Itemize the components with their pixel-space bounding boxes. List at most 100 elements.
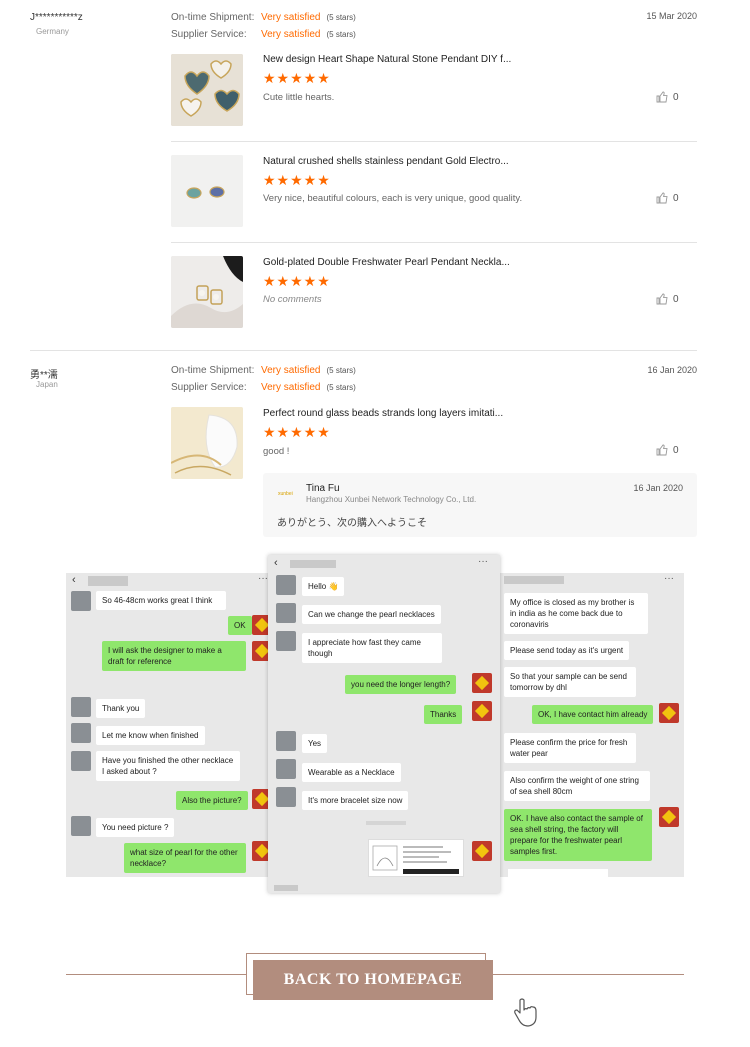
svg-text:xunbei: xunbei	[278, 491, 293, 497]
avatar	[472, 673, 492, 693]
blurred-contact-name	[504, 576, 564, 584]
footer-line-right	[490, 974, 684, 975]
chat-message: Yes	[302, 734, 328, 753]
star-rating: ★★★★★	[263, 273, 331, 289]
supplier-logo-icon: xunbei	[277, 485, 301, 499]
like-button[interactable]: 0	[656, 192, 679, 204]
star-rating: ★★★★★	[263, 70, 331, 86]
product-title[interactable]: Natural crushed shells stainless pendant…	[263, 156, 509, 167]
chat-message: Hello 👋	[302, 577, 345, 596]
product-image[interactable]	[171, 407, 243, 479]
supplier-service-rating: Supplier Service: Very satisfied (5 stars)	[171, 382, 356, 393]
chat-message: You need picture ?	[96, 818, 175, 837]
rating-stars: (5 stars)	[326, 30, 356, 39]
like-button[interactable]: 0	[656, 293, 679, 305]
chat-message: Also confirm the weight of one string of…	[504, 771, 650, 801]
rating-label: On-time Shipment:	[171, 12, 255, 23]
supplier-service-rating: Supplier Service: Very satisfied (5 stars)	[171, 29, 356, 40]
reply-author: Tina Fu	[306, 483, 340, 494]
avatar	[659, 703, 679, 723]
star-rating: ★★★★★	[263, 172, 331, 188]
chat-message: Please send today as it's urgent	[504, 641, 630, 660]
supplier-reply: xunbei Tina Fu Hangzhou Xunbei Network T…	[263, 473, 697, 537]
rating-label: Supplier Service:	[171, 382, 247, 393]
reply-date: 16 Jan 2020	[633, 483, 683, 493]
chat-screenshot-middle: ‹ ··· Hello 👋 Can we change the pearl ne…	[268, 555, 500, 893]
chat-message: Let me know when finished	[96, 726, 205, 745]
chat-screenshot-left: ‹ ··· So 46-48cm works great I think OK …	[66, 573, 280, 877]
chat-message: It's more bracelet size now	[302, 791, 409, 810]
blurred-contact-name	[88, 576, 128, 586]
buyer-name: J***********z	[30, 12, 83, 23]
chat-message: So 46-48cm works great I think	[96, 591, 226, 610]
chat-message: you need the longer length?	[345, 675, 457, 694]
rating-stars: (5 stars)	[326, 366, 356, 375]
like-button[interactable]: 0	[656, 444, 679, 456]
avatar	[71, 723, 91, 743]
like-button[interactable]: 0	[656, 91, 679, 103]
back-to-homepage-button[interactable]: BACK TO HOMEPAGE	[253, 960, 493, 1000]
rating-value: Very satisfied	[261, 382, 321, 393]
star-rating: ★★★★★	[263, 424, 331, 440]
cut-off-message	[508, 869, 608, 877]
rating-value: Very satisfied	[261, 12, 321, 23]
on-time-shipment-rating: On-time Shipment: Very satisfied (5 stars)	[171, 365, 356, 376]
chat-message: I appreciate how fast they came though	[302, 633, 442, 663]
buyer-country: Germany	[36, 27, 69, 36]
avatar	[659, 807, 679, 827]
review-date: 16 Jan 2020	[647, 365, 697, 375]
product-image[interactable]	[171, 54, 243, 126]
chat-message: Thank you	[96, 699, 146, 718]
review-comment: good !	[263, 446, 290, 457]
rating-stars: (5 stars)	[326, 383, 356, 392]
avatar	[276, 787, 296, 807]
chat-message: Have you finished the other necklace I a…	[96, 751, 240, 781]
avatar	[71, 697, 91, 717]
back-arrow-icon: ‹	[274, 557, 278, 569]
chat-message: OK, I have contact him already	[532, 705, 654, 724]
rating-value: Very satisfied	[261, 29, 321, 40]
chat-header: ‹ ···	[66, 573, 280, 589]
product-image[interactable]	[171, 256, 243, 328]
image-message[interactable]	[368, 839, 464, 877]
back-arrow-icon: ‹	[72, 574, 76, 586]
product-title[interactable]: New design Heart Shape Natural Stone Pen…	[263, 54, 511, 65]
chat-screenshot-right: ··· My office is closed as my brother is…	[498, 573, 684, 877]
rating-value: Very satisfied	[261, 365, 321, 376]
chat-message: OK. I have also contact the sample of se…	[504, 809, 652, 861]
chat-message: Also the picture?	[176, 791, 248, 810]
buyer-country: Japan	[36, 380, 58, 389]
avatar	[276, 603, 296, 623]
avatar	[276, 575, 296, 595]
review-comment: Cute little hearts.	[263, 92, 335, 103]
on-time-shipment-rating: On-time Shipment: Very satisfied (5 stars)	[171, 12, 356, 23]
product-title[interactable]: Perfect round glass beads strands long l…	[263, 408, 503, 419]
avatar	[71, 816, 91, 836]
thumbs-up-icon	[656, 192, 668, 204]
item-divider	[171, 242, 697, 243]
item-divider	[171, 141, 697, 142]
chat-message: Thanks	[424, 705, 463, 724]
more-icon: ···	[664, 573, 674, 584]
thumbs-up-icon	[656, 444, 668, 456]
chat-message: My office is closed as my brother is in …	[504, 593, 648, 634]
review-divider	[30, 350, 697, 351]
like-count: 0	[673, 91, 679, 103]
chat-message: So that your sample can be send tomorrow…	[504, 667, 636, 697]
blurred-contact-name	[290, 560, 336, 568]
like-count: 0	[673, 293, 679, 305]
chat-message: OK	[228, 616, 252, 635]
more-icon: ···	[258, 573, 268, 584]
avatar	[276, 631, 296, 651]
chat-message: Please confirm the price for fresh water…	[504, 733, 636, 763]
rating-stars: (5 stars)	[326, 13, 356, 22]
buyer-name: 勇**濡	[30, 370, 58, 381]
avatar	[472, 841, 492, 861]
chat-message: I will ask the designer to make a draft …	[102, 641, 246, 671]
cut-off-message	[274, 885, 298, 891]
avatar	[276, 731, 296, 751]
product-title[interactable]: Gold-plated Double Freshwater Pearl Pend…	[263, 257, 510, 268]
like-count: 0	[673, 444, 679, 456]
product-image[interactable]	[171, 155, 243, 227]
thumbs-up-icon	[656, 293, 668, 305]
